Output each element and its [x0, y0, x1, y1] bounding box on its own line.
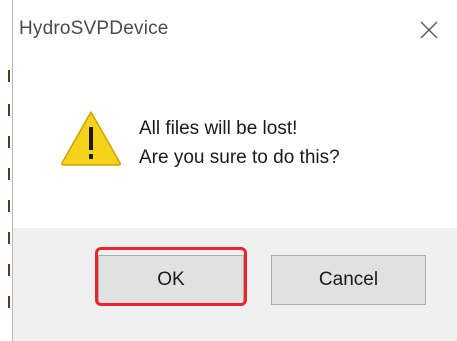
cancel-button[interactable]: Cancel: [271, 255, 426, 305]
background-mark: [8, 70, 10, 82]
background-mark: [8, 136, 10, 148]
background-mark: [8, 200, 10, 212]
ok-button[interactable]: OK: [98, 255, 244, 305]
warning-icon: [61, 111, 121, 166]
background-mark: [8, 168, 10, 180]
background-mark: [8, 264, 10, 276]
message-line-2: Are you sure to do this?: [139, 147, 340, 168]
close-button[interactable]: [411, 12, 447, 48]
background-window-edge: [0, 0, 12, 341]
dialog-footer: OK Cancel: [13, 228, 457, 341]
message-dialog: HydroSVPDevice All files will be lost! A…: [12, 0, 457, 341]
close-icon: [420, 21, 438, 39]
message-text: All files will be lost! Are you sure to …: [139, 114, 340, 172]
dialog-content: All files will be lost! Are you sure to …: [13, 62, 457, 228]
background-mark: [8, 104, 10, 116]
background-mark: [8, 296, 10, 308]
message-line-1: All files will be lost!: [139, 118, 298, 139]
window-title: HydroSVPDevice: [19, 18, 169, 39]
title-bar[interactable]: HydroSVPDevice: [13, 0, 457, 62]
background-mark: [8, 232, 10, 244]
